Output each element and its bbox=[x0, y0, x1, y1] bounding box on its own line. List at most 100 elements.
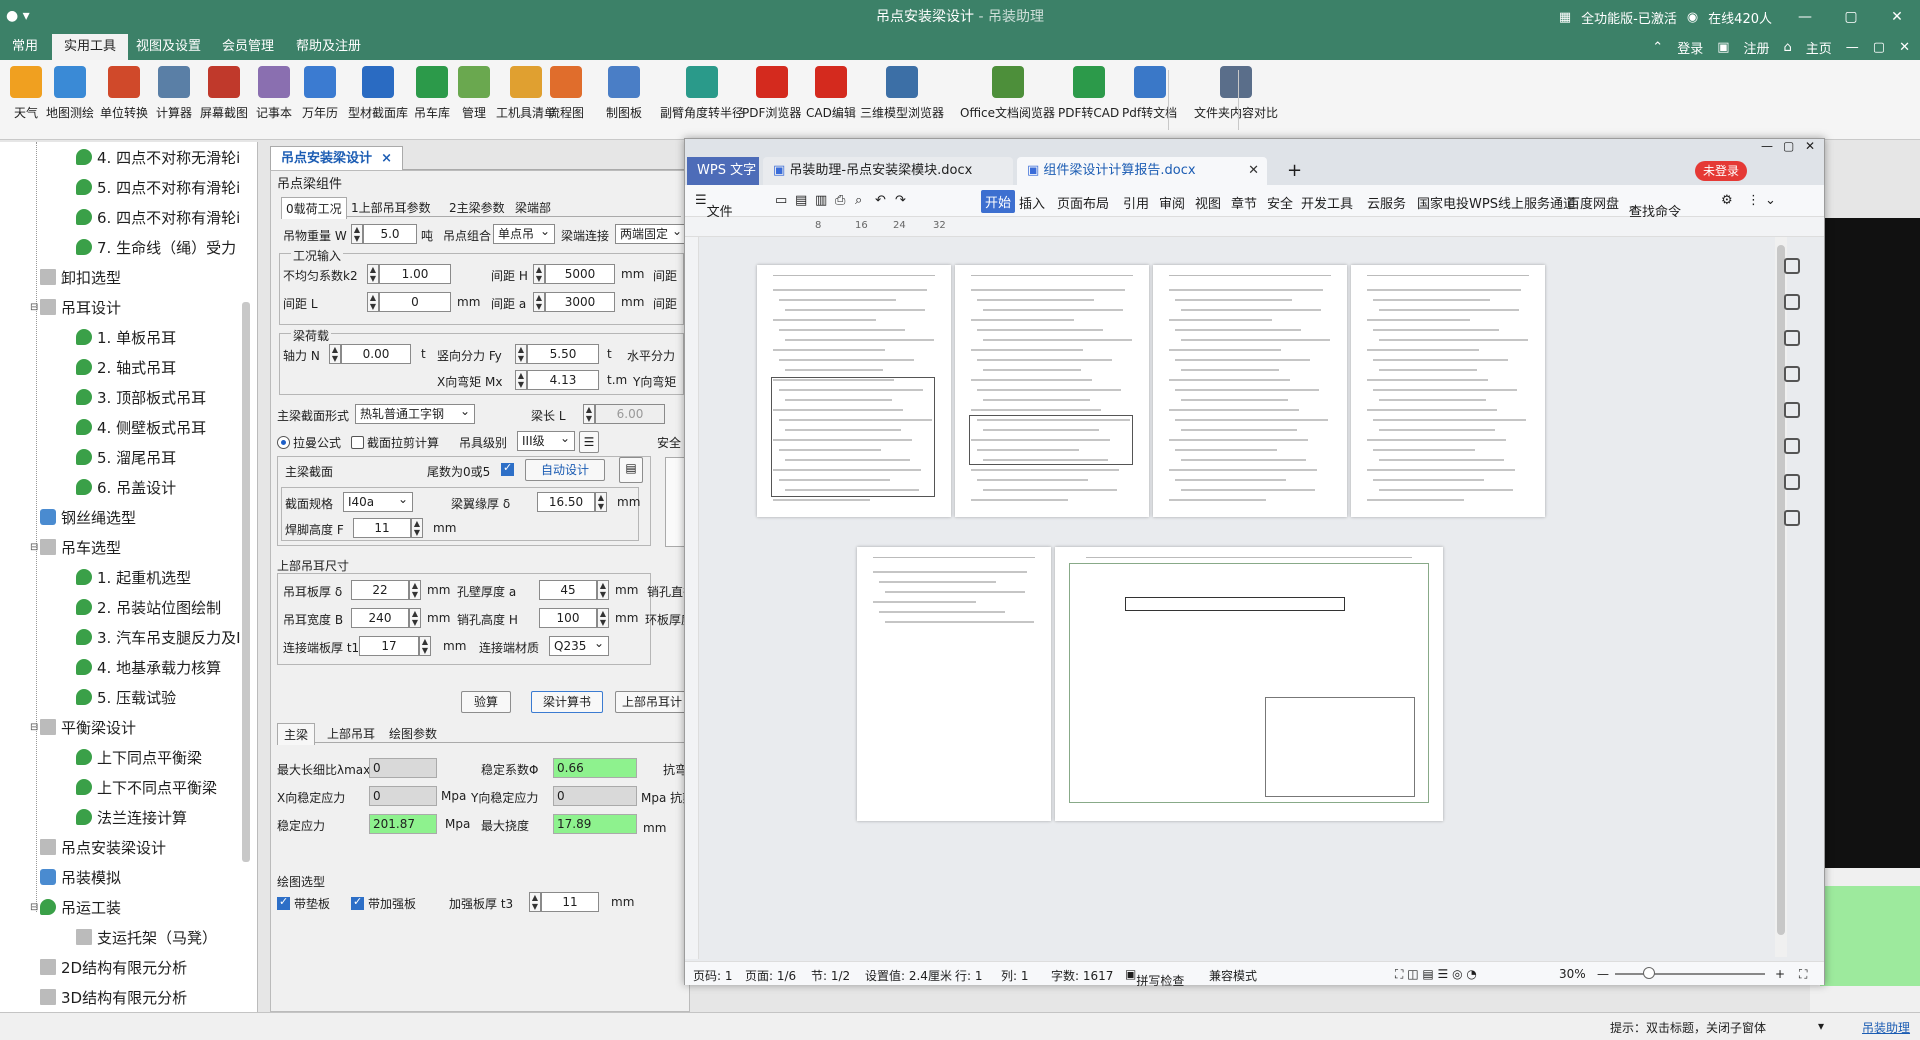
N-input[interactable]: 0.00 bbox=[341, 344, 411, 364]
wps-document-area[interactable]: 8 16 24 32 bbox=[685, 217, 1824, 961]
a-input[interactable]: 3000 bbox=[545, 292, 615, 312]
note-icon[interactable] bbox=[1784, 474, 1800, 490]
tool-crane-lib[interactable]: 吊车库 bbox=[414, 66, 450, 121]
tool-map[interactable]: 地图测绘 bbox=[46, 66, 94, 121]
spell-check-button[interactable]: ▣ 拼写检查 bbox=[1125, 967, 1184, 988]
tab-main-beam[interactable]: 2主梁参数 bbox=[449, 199, 505, 216]
sub-close-icon[interactable]: ✕ bbox=[1899, 40, 1910, 55]
wps-scroll-thumb[interactable] bbox=[1777, 245, 1785, 935]
login-link[interactable]: 登录 bbox=[1677, 38, 1703, 57]
tail-checkbox[interactable] bbox=[501, 461, 514, 476]
tree-scrollbar[interactable] bbox=[242, 302, 250, 862]
hole-height-spin[interactable]: ▲ ▼ bbox=[597, 608, 609, 628]
tab-load-case[interactable]: 0载荷工况 bbox=[281, 197, 347, 219]
grade-info-button[interactable]: ☰ bbox=[579, 431, 599, 453]
tree-item[interactable]: 5. 溜尾吊耳 bbox=[76, 444, 176, 472]
tool-clipboard[interactable]: 工机具清单 bbox=[496, 66, 556, 121]
document-page[interactable] bbox=[857, 547, 1051, 821]
menu-tools[interactable]: 实用工具 bbox=[52, 34, 129, 60]
pad-checkbox[interactable] bbox=[277, 895, 290, 910]
lug-calc-button[interactable]: 上部吊耳计 bbox=[615, 691, 689, 713]
beam-length-spin[interactable]: ▲ ▼ bbox=[583, 404, 595, 424]
tab-result-draw[interactable]: 绘图参数 bbox=[389, 725, 437, 742]
zoom-handle[interactable] bbox=[1643, 967, 1655, 979]
preview-icon[interactable]: ⌕ bbox=[855, 193, 862, 208]
radio-lame[interactable] bbox=[277, 436, 290, 449]
tool-pdf[interactable]: PDF浏览器 bbox=[742, 66, 801, 121]
end-select[interactable]: 两端固定 bbox=[615, 222, 687, 244]
redo-icon[interactable]: ↷ bbox=[895, 193, 906, 208]
wps-expand-icon[interactable]: ⌄ bbox=[1765, 193, 1776, 208]
tab-beam-end[interactable]: 梁端部 bbox=[515, 199, 551, 216]
tree-item[interactable]: 2D结构有限元分析 bbox=[40, 954, 187, 982]
wps-menu-review[interactable]: 审阅 bbox=[1159, 193, 1185, 212]
register-link[interactable]: 注册 bbox=[1744, 38, 1770, 57]
save-icon[interactable]: ▤ bbox=[795, 193, 807, 208]
rib-checkbox[interactable] bbox=[351, 895, 364, 910]
tree-item[interactable]: 上下不同点平衡梁 bbox=[76, 774, 217, 802]
close-button[interactable]: ✕ bbox=[1874, 9, 1920, 25]
tree-item[interactable]: 吊耳设计 bbox=[40, 294, 121, 322]
print-icon[interactable]: ⎙ bbox=[835, 193, 845, 208]
tool-drawing-board[interactable]: 制图板 bbox=[606, 66, 642, 121]
tree-item[interactable]: 3. 顶部板式吊耳 bbox=[76, 384, 206, 412]
check-button[interactable]: 验算 bbox=[461, 691, 511, 713]
fit-icon[interactable]: ⛶ bbox=[1799, 967, 1807, 982]
home-icon[interactable]: ⌂ bbox=[1784, 40, 1792, 55]
document-page[interactable] bbox=[1153, 265, 1347, 517]
tool-weather[interactable]: 天气 bbox=[10, 66, 42, 121]
tree-item[interactable]: 上下同点平衡梁 bbox=[76, 744, 202, 772]
wps-menu-cloud[interactable]: 云服务 bbox=[1367, 193, 1406, 212]
wps-menu-security[interactable]: 安全 bbox=[1267, 193, 1293, 212]
hole-thick-input[interactable]: 45 bbox=[539, 580, 597, 600]
home-link[interactable]: 主页 bbox=[1806, 38, 1832, 57]
report-button[interactable]: 梁计算书 bbox=[531, 691, 603, 713]
menu-view-settings[interactable]: 视图及设置 bbox=[124, 34, 213, 60]
lug-width-spin[interactable]: ▲ ▼ bbox=[409, 608, 421, 628]
tool-manage[interactable]: 管理 bbox=[458, 66, 490, 121]
wps-menu-reference[interactable]: 引用 bbox=[1123, 193, 1149, 212]
close-tab-icon[interactable]: × bbox=[381, 151, 392, 166]
tree-item[interactable]: 钢丝绳选型 bbox=[40, 504, 136, 532]
list-icon[interactable] bbox=[1784, 402, 1800, 418]
check-section-shear[interactable] bbox=[351, 436, 364, 449]
zoom-out-icon[interactable]: — bbox=[1597, 967, 1609, 981]
tree-item[interactable]: 吊点安装梁设计 bbox=[40, 834, 166, 862]
tool-pdf-to-cad[interactable]: PDF转CAD bbox=[1058, 66, 1119, 121]
tool-flowchart[interactable]: 流程图 bbox=[548, 66, 584, 121]
wps-more-icon[interactable]: ⋮ bbox=[1747, 193, 1760, 208]
tool-calendar[interactable]: 万年历 bbox=[302, 66, 338, 121]
tree-collapse-icon[interactable]: ⊟ bbox=[30, 302, 38, 313]
tree-item[interactable]: 4. 侧壁板式吊耳 bbox=[76, 414, 206, 442]
clipboard-button[interactable]: ▤ bbox=[619, 457, 643, 483]
L-input[interactable]: 0 bbox=[379, 292, 451, 312]
cursor-icon[interactable] bbox=[1784, 294, 1800, 310]
link-icon[interactable] bbox=[1784, 510, 1800, 526]
login-badge[interactable]: 未登录 bbox=[1695, 161, 1747, 181]
lock-icon[interactable] bbox=[1784, 330, 1800, 346]
tree-item[interactable]: 吊车选型 bbox=[40, 534, 121, 562]
tool-notepad[interactable]: 记事本 bbox=[256, 66, 292, 121]
document-page[interactable] bbox=[1351, 265, 1545, 517]
a-spin[interactable]: ▲ ▼ bbox=[533, 292, 545, 312]
tab-hoist-beam[interactable]: 吊点安装梁设计 × bbox=[270, 146, 403, 170]
document-page[interactable] bbox=[1055, 547, 1443, 821]
weight-spin[interactable]: ▲ ▼ bbox=[351, 224, 363, 244]
close-doc-tab-icon[interactable]: ✕ bbox=[1248, 157, 1259, 185]
open-icon[interactable]: ▭ bbox=[775, 193, 787, 208]
tree-item[interactable]: 吊装模拟 bbox=[40, 864, 121, 892]
wps-doc-tab-2[interactable]: ▣ 组件梁设计计算报告.docx ✕ bbox=[1017, 157, 1267, 185]
tree-item[interactable]: 平衡梁设计 bbox=[40, 714, 136, 742]
weld-input[interactable]: 11 bbox=[353, 518, 411, 538]
tree-item[interactable]: 法兰连接计算 bbox=[76, 804, 187, 832]
document-page[interactable] bbox=[955, 265, 1149, 517]
Mx-spin[interactable]: ▲ ▼ bbox=[515, 370, 527, 390]
H-input[interactable]: 5000 bbox=[545, 264, 615, 284]
wps-settings-icon[interactable]: ⚙ bbox=[1721, 193, 1733, 208]
tree-collapse-icon[interactable]: ⊟ bbox=[30, 902, 38, 913]
wps-menu-start[interactable]: 开始 bbox=[981, 190, 1016, 213]
tree-item[interactable]: 2. 吊装站位图绘制 bbox=[76, 594, 221, 622]
wps-menu-spic[interactable]: 国家电投WPS线上服务通道 bbox=[1417, 193, 1576, 212]
tab-result-main[interactable]: 主梁 bbox=[277, 723, 316, 745]
tree-item[interactable]: 支运托架（马凳） bbox=[76, 924, 217, 952]
